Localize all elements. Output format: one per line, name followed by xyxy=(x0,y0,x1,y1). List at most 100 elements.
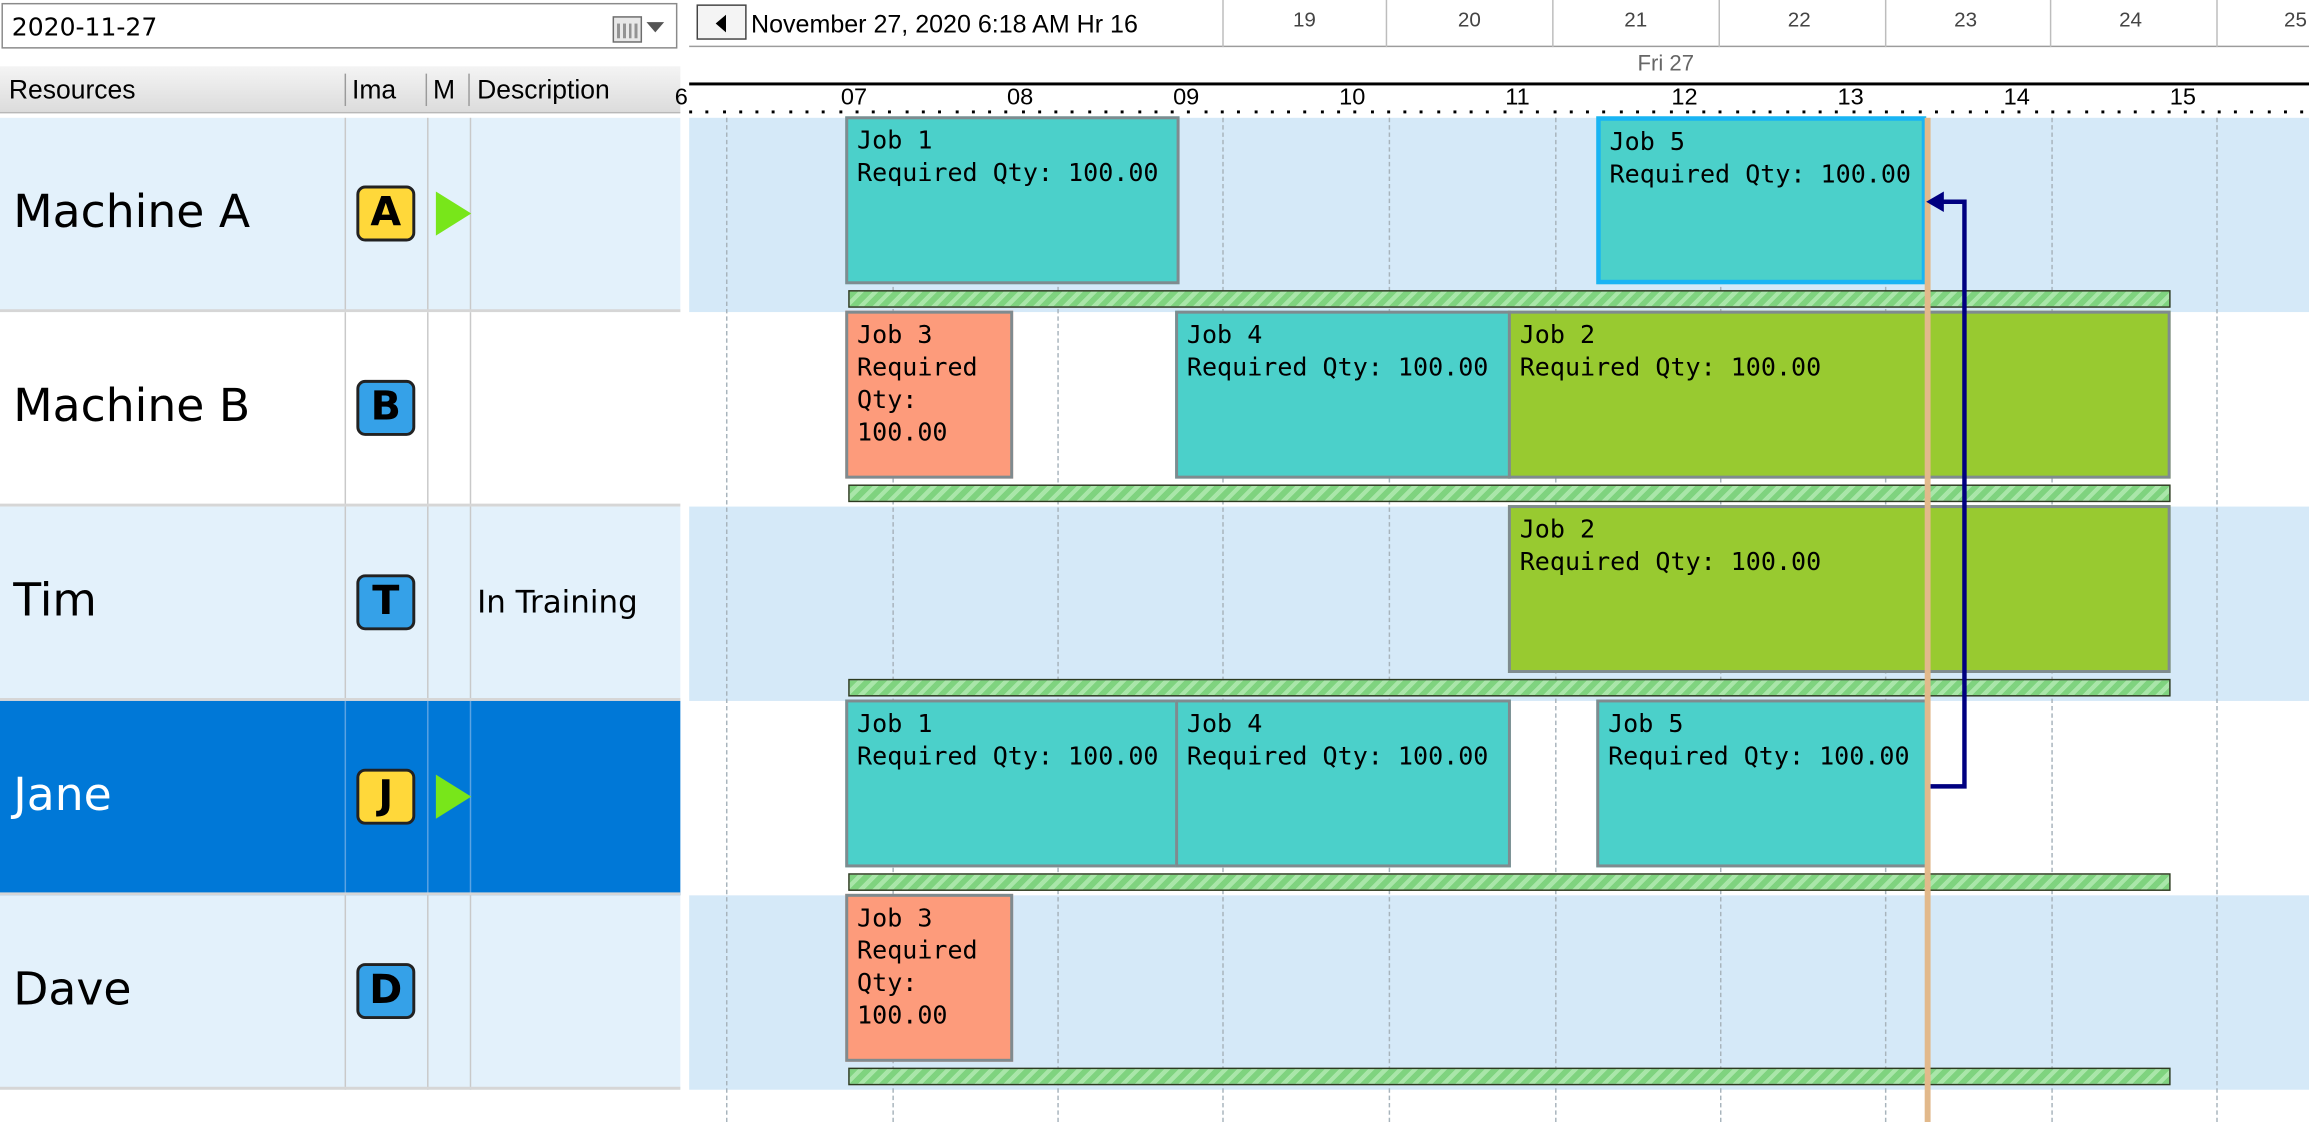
ruler-tick xyxy=(1204,110,1208,114)
column-header-description[interactable]: Description xyxy=(477,75,610,106)
ruler-tick xyxy=(1469,110,1473,114)
job-bar-job-1[interactable]: Job 1 Required Qty: 100.00 xyxy=(845,699,1180,868)
progress-bar xyxy=(848,484,2171,503)
ruler-tick xyxy=(1968,110,1972,114)
ruler-tick xyxy=(1619,110,1623,114)
resource-image-icon: T xyxy=(356,574,416,631)
resource-row-dave[interactable]: Dave D xyxy=(0,895,681,1090)
ruler-tick xyxy=(1071,110,1075,114)
job-detail: Required Qty: 100.00 xyxy=(857,159,1159,189)
resource-name: Machine A xyxy=(13,185,251,239)
ruler-tick xyxy=(755,110,759,114)
job-title: Job 4 xyxy=(1186,709,1263,740)
ruler-tick xyxy=(971,110,975,114)
ruler-tick xyxy=(2217,110,2221,114)
hour-tick-label: 15 xyxy=(2169,85,2196,111)
cell-divider xyxy=(344,700,347,896)
ruler-tick xyxy=(1303,110,1307,114)
ruler-tick xyxy=(1137,110,1141,114)
ruler-tick xyxy=(2001,110,2005,114)
ruler-tick xyxy=(689,110,693,114)
resource-row-tim[interactable]: Tim T In Training xyxy=(0,506,681,701)
job-bar-job-3[interactable]: Job 3 Required Qty: 100.00 xyxy=(845,893,1014,1062)
ruler-tick xyxy=(1569,110,1573,114)
ruler-tick xyxy=(1004,110,1008,114)
column-divider[interactable] xyxy=(468,73,470,107)
job-bar-job-3[interactable]: Job 3 Required Qty: 100.00 xyxy=(845,310,1014,479)
cell-divider xyxy=(427,506,429,701)
hour-tick-label: 10 xyxy=(1339,85,1366,111)
ruler-tick xyxy=(1436,110,1440,114)
ruler-tick xyxy=(1868,110,1872,114)
ruler-tick xyxy=(1220,110,1224,114)
previous-arrow-icon[interactable] xyxy=(696,4,747,40)
column-header-marker[interactable]: M xyxy=(433,75,455,106)
job-title: Job 2 xyxy=(1519,515,1596,545)
hour-divider xyxy=(1222,0,1224,48)
job-title: Job 3 xyxy=(857,904,933,934)
job-bar-job-1[interactable]: Job 1 Required Qty: 100.00 xyxy=(845,116,1180,285)
ruler-tick xyxy=(705,110,709,114)
hour-tick-label: 6 xyxy=(674,85,688,111)
resource-row-machine-a[interactable]: Machine A A xyxy=(0,117,681,313)
ruler-tick xyxy=(821,110,825,114)
job-bar-job-2[interactable]: Job 2 Required Qty: 100.00 xyxy=(1507,310,2171,479)
job-detail: Required Qty: 100.00 xyxy=(1608,742,1910,772)
ruler-tick xyxy=(1984,110,1988,114)
cell-divider xyxy=(427,700,429,896)
ruler-tick xyxy=(1602,110,1606,114)
job-bar-job-4[interactable]: Job 4 Required Qty: 100.00 xyxy=(1175,310,1511,479)
ruler-tick xyxy=(888,110,892,114)
column-header-image[interactable]: Ima xyxy=(352,75,396,106)
hour-tick-label: 08 xyxy=(1006,85,1034,111)
ruler-tick xyxy=(2117,110,2121,114)
cell-divider xyxy=(344,895,347,1090)
hour-divider xyxy=(2049,0,2052,48)
ruler-tick xyxy=(1752,110,1756,114)
ruler-tick xyxy=(2134,110,2138,114)
ruler-tick xyxy=(1735,110,1739,114)
column-divider[interactable] xyxy=(344,73,347,107)
resource-row-machine-b[interactable]: Machine B B xyxy=(0,312,681,507)
ruler-tick xyxy=(1669,110,1673,114)
progress-bar xyxy=(848,873,2171,891)
ruler-tick xyxy=(1087,110,1091,114)
hour-label: 22 xyxy=(1787,7,1811,31)
chevron-down-icon[interactable] xyxy=(646,22,665,33)
resource-row-jane[interactable]: Jane J xyxy=(0,700,681,896)
ruler-tick xyxy=(1253,110,1257,114)
column-header-resources[interactable]: Resources xyxy=(9,75,136,106)
calendar-icon[interactable] xyxy=(612,16,643,43)
ruler-tick xyxy=(855,110,859,114)
job-detail: Required Qty: 100.00 xyxy=(1519,547,1822,578)
ruler-tick xyxy=(1835,110,1839,114)
job-bar-job-5-selected[interactable]: Job 5 Required Qty: 100.00 xyxy=(1596,116,1927,285)
job-detail: Required Qty: 100.00 xyxy=(857,353,978,448)
job-bar-job-5[interactable]: Job 5 Required Qty: 100.00 xyxy=(1596,699,1930,868)
date-picker[interactable]: 2020-11-27 xyxy=(1,2,678,49)
hour-tick-label: 09 xyxy=(1173,85,1200,111)
job-bar-job-4[interactable]: Job 4 Required Qty: 100.00 xyxy=(1175,699,1511,868)
resource-name: Jane xyxy=(13,768,112,822)
scheduler-window: 2020-11-27 Resources Ima M Description M… xyxy=(0,0,2309,1122)
ruler-tick xyxy=(2267,110,2271,114)
ruler-tick xyxy=(2101,110,2105,114)
progress-bar xyxy=(848,1067,2171,1086)
job-detail: Required Qty: 100.00 xyxy=(857,936,978,1031)
ruler-tick xyxy=(1768,110,1772,114)
resource-image-icon: J xyxy=(356,768,416,825)
job-bar-job-2[interactable]: Job 2 Required Qty: 100.00 xyxy=(1507,505,2171,673)
ruler-tick xyxy=(1885,110,1889,114)
ruler-tick xyxy=(988,110,992,114)
ruler-tick xyxy=(1802,110,1806,114)
ruler-tick xyxy=(1054,110,1058,114)
ruler-tick xyxy=(2084,110,2088,114)
ruler-tick xyxy=(1901,110,1905,114)
hour-label: 21 xyxy=(1624,7,1648,31)
column-divider[interactable] xyxy=(425,73,428,107)
ruler-tick xyxy=(2233,110,2237,114)
ruler-tick xyxy=(1519,110,1523,114)
cell-divider xyxy=(427,312,429,507)
ruler-tick xyxy=(2034,110,2038,114)
ruler-tick xyxy=(2250,110,2254,114)
